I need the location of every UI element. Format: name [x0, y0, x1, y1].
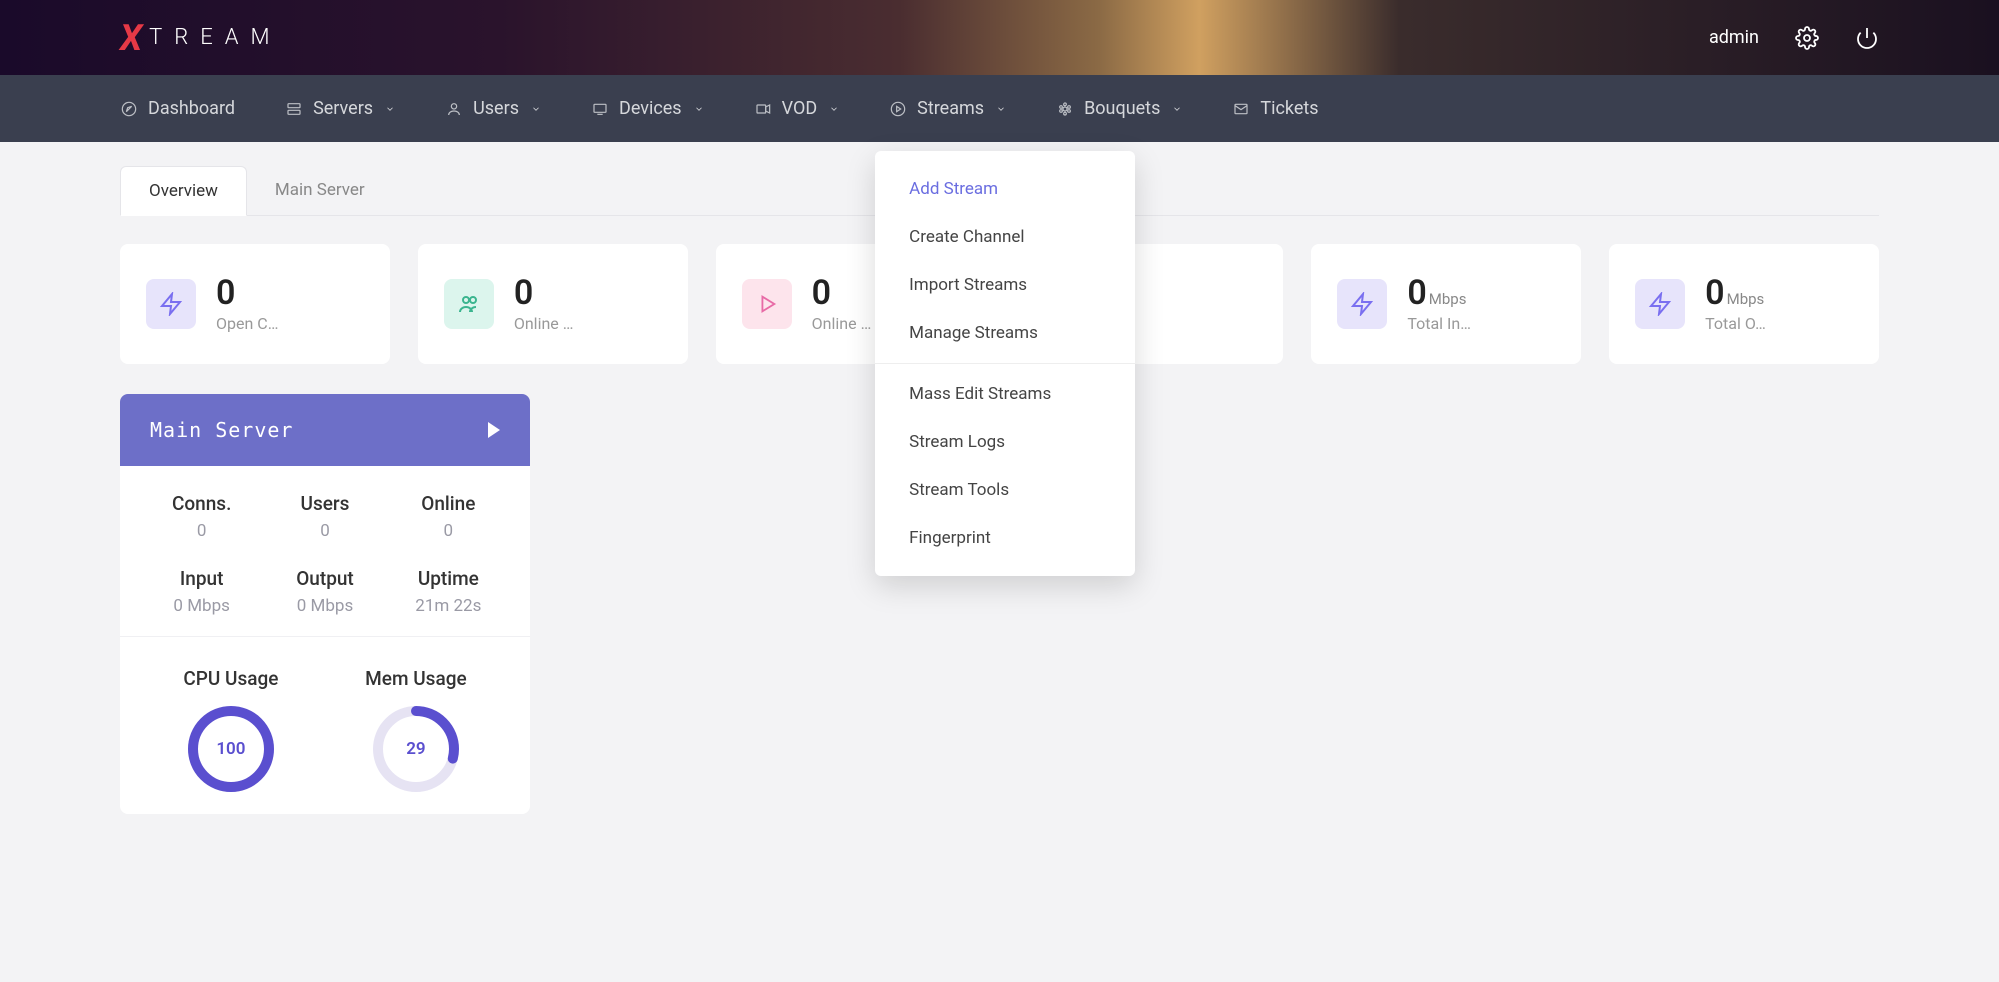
- logo-rest: TREAM: [149, 25, 281, 50]
- video-icon: [754, 100, 772, 118]
- dropdown-item-mass-edit[interactable]: Mass Edit Streams: [875, 370, 1135, 418]
- topbar-right: admin: [1709, 26, 1879, 50]
- card-value: 0: [216, 273, 235, 313]
- card-label: Total O…: [1705, 314, 1853, 333]
- stat-users: Users0: [263, 492, 386, 541]
- stat-output: Output0 Mbps: [263, 567, 386, 616]
- gauge-value: 100: [186, 704, 276, 794]
- dropdown-item-stream-tools[interactable]: Stream Tools: [875, 466, 1135, 514]
- chevron-down-icon: [694, 104, 704, 114]
- topbar: X TREAM admin: [0, 0, 1999, 75]
- dropdown-item-stream-logs[interactable]: Stream Logs: [875, 418, 1135, 466]
- nav-streams[interactable]: Streams Add Stream Create Channel Import…: [889, 98, 1006, 119]
- nav-label: VOD: [782, 98, 818, 119]
- main-nav: Dashboard Servers Users Devices VOD Stre…: [0, 75, 1999, 142]
- dropdown-item-import-streams[interactable]: Import Streams: [875, 261, 1135, 309]
- nav-label: Tickets: [1260, 98, 1318, 119]
- chevron-down-icon: [829, 104, 839, 114]
- nav-devices[interactable]: Devices: [591, 98, 704, 119]
- dropdown-item-add-stream[interactable]: Add Stream: [875, 165, 1135, 213]
- dropdown-separator: [875, 363, 1135, 364]
- card-total-out: 0Mbps Total O…: [1609, 244, 1879, 364]
- nav-label: Users: [473, 98, 519, 119]
- server-panel-header[interactable]: Main Server: [120, 394, 530, 466]
- device-icon: [591, 100, 609, 118]
- chevron-down-icon: [531, 104, 541, 114]
- bolt-icon: [1635, 279, 1685, 329]
- card-unit: Mbps: [1429, 290, 1467, 308]
- logo-x: X: [120, 17, 141, 59]
- chevron-down-icon: [1172, 104, 1182, 114]
- mem-gauge: Mem Usage 29: [365, 667, 466, 794]
- chevron-down-icon: [385, 104, 395, 114]
- usage-row: CPU Usage 100 Mem Usage 29: [120, 636, 530, 814]
- nav-vod[interactable]: VOD: [754, 98, 840, 119]
- card-value: 0: [1705, 273, 1724, 313]
- stat-uptime: Uptime21m 22s: [387, 567, 510, 616]
- server-stats: Conns.0 Users0 Online0 Input0 Mbps Outpu…: [120, 466, 530, 626]
- nav-users[interactable]: Users: [445, 98, 541, 119]
- users-icon: [444, 279, 494, 329]
- power-icon[interactable]: [1855, 26, 1879, 50]
- dropdown-item-manage-streams[interactable]: Manage Streams: [875, 309, 1135, 357]
- compass-icon: [120, 100, 138, 118]
- card-total-in: 0Mbps Total In…: [1311, 244, 1581, 364]
- card-value: 0: [514, 273, 533, 313]
- nav-label: Bouquets: [1084, 98, 1160, 119]
- chevron-down-icon: [996, 104, 1006, 114]
- nav-label: Servers: [313, 98, 373, 119]
- stat-input: Input0 Mbps: [140, 567, 263, 616]
- mail-icon: [1232, 100, 1250, 118]
- stat-conns: Conns.0: [140, 492, 263, 541]
- dropdown-item-fingerprint[interactable]: Fingerprint: [875, 514, 1135, 562]
- card-unit: Mbps: [1727, 290, 1765, 308]
- card-online-users: 0Online …: [418, 244, 688, 364]
- stat-online: Online0: [387, 492, 510, 541]
- nav-dashboard[interactable]: Dashboard: [120, 98, 235, 119]
- server-panel: Main Server Conns.0 Users0 Online0 Input…: [120, 394, 530, 814]
- user-icon: [445, 100, 463, 118]
- nav-tickets[interactable]: Tickets: [1232, 98, 1318, 119]
- gauge-value: 29: [371, 704, 461, 794]
- nav-label: Streams: [917, 98, 984, 119]
- nav-bouquets[interactable]: Bouquets: [1056, 98, 1182, 119]
- tab-overview[interactable]: Overview: [120, 166, 247, 216]
- server-icon: [285, 100, 303, 118]
- bolt-icon: [146, 279, 196, 329]
- streams-dropdown: Add Stream Create Channel Import Streams…: [875, 151, 1135, 576]
- card-label: Online …: [514, 314, 662, 333]
- nav-label: Devices: [619, 98, 682, 119]
- play-icon: [742, 279, 792, 329]
- dropdown-item-create-channel[interactable]: Create Channel: [875, 213, 1135, 261]
- username-label[interactable]: admin: [1709, 27, 1759, 48]
- cpu-gauge: CPU Usage 100: [183, 667, 278, 794]
- card-value: 0: [812, 273, 831, 313]
- card-value: 0: [1407, 273, 1426, 313]
- bouquet-icon: [1056, 100, 1074, 118]
- server-title: Main Server: [150, 418, 293, 442]
- tab-main-server[interactable]: Main Server: [247, 166, 393, 215]
- nav-label: Dashboard: [148, 98, 235, 119]
- card-label: Total In…: [1407, 314, 1555, 333]
- bolt-icon: [1337, 279, 1387, 329]
- card-open-connections: 0Open C…: [120, 244, 390, 364]
- gear-icon[interactable]: [1795, 26, 1819, 50]
- nav-servers[interactable]: Servers: [285, 98, 395, 119]
- brand-logo: X TREAM: [120, 17, 282, 59]
- play-icon: [488, 422, 500, 438]
- play-circle-icon: [889, 100, 907, 118]
- card-label: Open C…: [216, 314, 364, 333]
